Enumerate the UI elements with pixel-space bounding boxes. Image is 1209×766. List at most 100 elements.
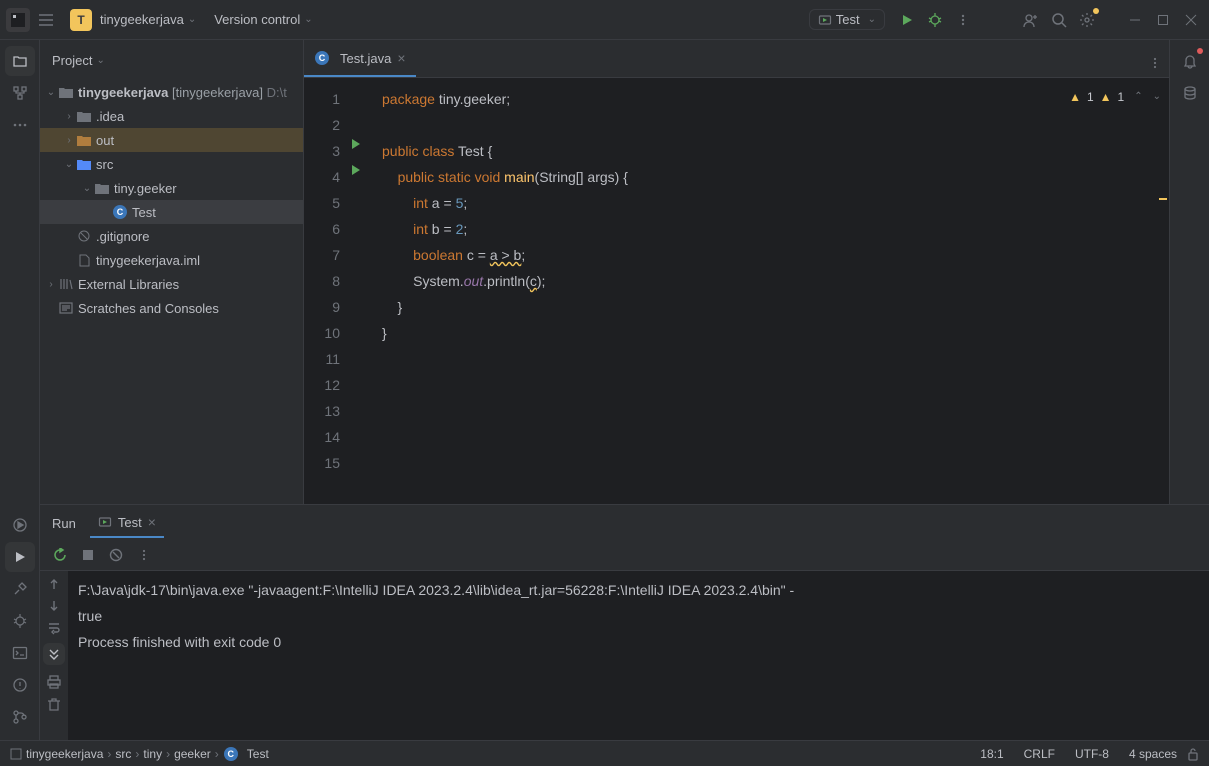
- build-tool-button[interactable]: [5, 574, 35, 604]
- cursor-position[interactable]: 18:1: [980, 747, 1003, 761]
- services-tool-button[interactable]: [5, 510, 35, 540]
- chevron-up-icon[interactable]: ⌃: [1134, 84, 1142, 110]
- expand-icon[interactable]: ⌄: [44, 87, 58, 98]
- more-actions-icon[interactable]: [949, 6, 977, 34]
- expand-icon[interactable]: ›: [62, 111, 76, 122]
- status-bar: tinygeekerjava› src› tiny› geeker› C Tes…: [0, 740, 1209, 766]
- module-icon: [10, 748, 22, 760]
- editor-area: C Test.java × 123456789101112131415: [304, 40, 1169, 504]
- right-tool-strip: [1169, 40, 1209, 504]
- tree-root-tag: [tinygeekerjava]: [172, 85, 263, 100]
- print-icon[interactable]: [47, 675, 61, 689]
- run-panel-title: Run: [52, 516, 76, 531]
- scroll-to-end-icon[interactable]: [43, 643, 65, 665]
- folder-icon: [76, 108, 92, 124]
- inspection-widget[interactable]: ▲1 ▲1 ⌃ ⌄: [1069, 84, 1161, 110]
- database-icon[interactable]: [1175, 78, 1205, 108]
- run-button[interactable]: [893, 6, 921, 34]
- error-stripe[interactable]: [1157, 78, 1169, 504]
- file-icon: [76, 252, 92, 268]
- line-ending[interactable]: CRLF: [1024, 747, 1055, 761]
- hamburger-icon[interactable]: [32, 6, 60, 34]
- project-panel-title: Project: [52, 53, 92, 68]
- tree-item-gitignore[interactable]: .gitignore: [40, 224, 303, 248]
- run-more-icon[interactable]: [132, 543, 156, 567]
- project-tree[interactable]: ⌄ tinygeekerjava [tinygeekerjava] D:\t ›…: [40, 80, 303, 504]
- tab-close-icon[interactable]: ×: [148, 514, 156, 530]
- expand-icon[interactable]: ⌄: [62, 159, 76, 170]
- more-tool-button[interactable]: [5, 110, 35, 140]
- exit-button[interactable]: [104, 543, 128, 567]
- encoding[interactable]: UTF-8: [1075, 747, 1109, 761]
- tree-root-name: tinygeekerjava: [78, 85, 168, 100]
- problems-tool-button[interactable]: [5, 670, 35, 700]
- notifications-icon[interactable]: [1175, 46, 1205, 76]
- console-output[interactable]: F:\Java\jdk-17\bin\java.exe "-javaagent:…: [68, 571, 1209, 740]
- minimize-button[interactable]: [1121, 6, 1149, 34]
- settings-icon[interactable]: [1073, 6, 1101, 34]
- scroll-down-icon[interactable]: [47, 599, 61, 613]
- expand-icon[interactable]: ›: [62, 135, 76, 146]
- gutter-run-icon[interactable]: [350, 164, 370, 176]
- folder-icon: [76, 132, 92, 148]
- project-dropdown[interactable]: tinygeekerjava⌄: [100, 12, 196, 27]
- chevron-down-icon: ⌄: [96, 55, 104, 66]
- tree-item-idea[interactable]: › .idea: [40, 104, 303, 128]
- file-icon: [76, 228, 92, 244]
- run-tool-button[interactable]: [5, 542, 35, 572]
- tree-item-iml[interactable]: tinygeekerjava.iml: [40, 248, 303, 272]
- upper: Project ⌄ ⌄ tinygeekerjava [tinygeekerja…: [40, 40, 1209, 504]
- terminal-tool-button[interactable]: [5, 638, 35, 668]
- warning-icon: ▲: [1069, 84, 1081, 110]
- run-config-icon: [818, 13, 832, 27]
- debug-button[interactable]: [921, 6, 949, 34]
- tree-item-scratches[interactable]: Scratches and Consoles: [40, 296, 303, 320]
- code-editor[interactable]: 123456789101112131415 package tiny.geeke…: [304, 78, 1169, 504]
- project-tool-button[interactable]: [5, 46, 35, 76]
- rerun-button[interactable]: [48, 543, 72, 567]
- indent[interactable]: 4 spaces: [1129, 747, 1177, 761]
- class-icon: C: [314, 50, 330, 66]
- run-body: F:\Java\jdk-17\bin\java.exe "-javaagent:…: [40, 571, 1209, 740]
- tree-root[interactable]: ⌄ tinygeekerjava [tinygeekerjava] D:\t: [40, 80, 303, 104]
- class-icon: C: [223, 746, 239, 762]
- run-side-toolbar: [40, 571, 68, 740]
- project-badge: T: [70, 9, 92, 31]
- search-icon[interactable]: [1045, 6, 1073, 34]
- code-content[interactable]: package tiny.geeker; public class Test {…: [370, 78, 1169, 504]
- module-icon: [58, 84, 74, 100]
- vcs-dropdown[interactable]: Version control⌄: [214, 12, 312, 27]
- readonly-icon[interactable]: [1187, 747, 1199, 761]
- maximize-button[interactable]: [1149, 6, 1177, 34]
- code-with-me-icon[interactable]: [1017, 6, 1045, 34]
- tree-item-external[interactable]: › External Libraries: [40, 272, 303, 296]
- expand-icon[interactable]: ⌄: [80, 183, 94, 194]
- tab-more-icon[interactable]: [1141, 49, 1169, 77]
- tree-item-class[interactable]: C Test: [40, 200, 303, 224]
- debug-tool-button[interactable]: [5, 606, 35, 636]
- git-tool-button[interactable]: [5, 702, 35, 732]
- clear-icon[interactable]: [47, 697, 61, 711]
- gutter-run-icon[interactable]: [350, 138, 370, 150]
- run-config-selector[interactable]: Test ⌄: [809, 9, 885, 30]
- soft-wrap-icon[interactable]: [47, 621, 61, 635]
- run-tab[interactable]: Test ×: [90, 508, 164, 538]
- structure-tool-button[interactable]: [5, 78, 35, 108]
- scroll-up-icon[interactable]: [47, 577, 61, 591]
- breadcrumb[interactable]: tinygeekerjava› src› tiny› geeker› C Tes…: [10, 746, 269, 762]
- tab-close-icon[interactable]: ×: [397, 50, 405, 66]
- chevron-down-icon: ⌄: [304, 14, 312, 25]
- tree-item-out[interactable]: › out: [40, 128, 303, 152]
- folder-icon: [76, 156, 92, 172]
- package-icon: [94, 180, 110, 196]
- close-button[interactable]: [1177, 6, 1205, 34]
- scratches-icon: [58, 300, 74, 316]
- expand-icon[interactable]: ›: [44, 279, 58, 290]
- stop-button[interactable]: [76, 543, 100, 567]
- project-panel-header[interactable]: Project ⌄: [40, 40, 303, 80]
- tab-filename: Test.java: [340, 51, 391, 66]
- tree-item-src[interactable]: ⌄ src: [40, 152, 303, 176]
- class-icon: C: [112, 204, 128, 220]
- editor-tab[interactable]: C Test.java ×: [304, 41, 416, 77]
- tree-item-package[interactable]: ⌄ tiny.geeker: [40, 176, 303, 200]
